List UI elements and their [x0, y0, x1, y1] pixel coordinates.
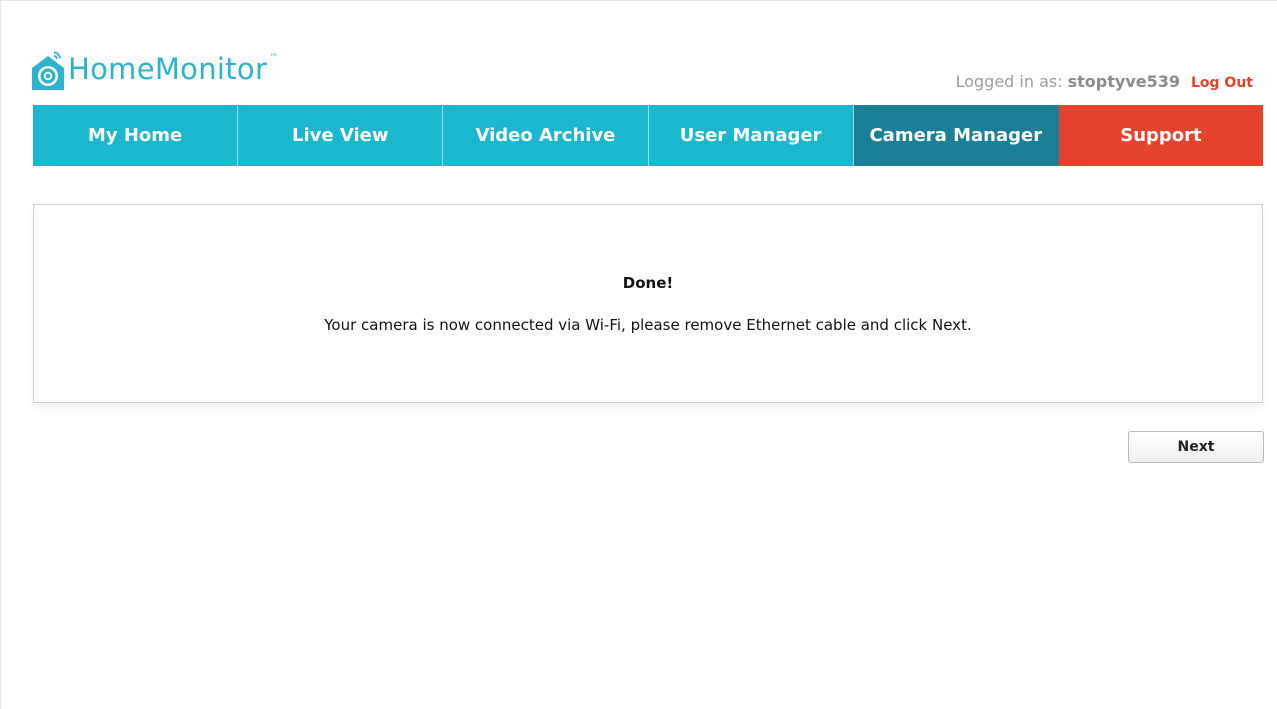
nav-tab-live-view[interactable]: Live View	[238, 105, 444, 166]
page-frame: HomeMonitor ™ Logged in as: stoptyve539 …	[0, 0, 1277, 709]
status-panel: Done! Your camera is now connected via W…	[33, 204, 1263, 403]
main-nav: My Home Live View Video Archive User Man…	[33, 105, 1264, 166]
nav-tab-video-archive[interactable]: Video Archive	[443, 105, 649, 166]
nav-tab-support[interactable]: Support	[1058, 105, 1264, 166]
nav-tab-camera-manager[interactable]: Camera Manager	[853, 105, 1059, 166]
logout-link[interactable]: Log Out	[1191, 75, 1253, 91]
next-button[interactable]: Next	[1128, 431, 1264, 463]
status-message: Your camera is now connected via Wi-Fi, …	[324, 316, 972, 334]
account-info: Logged in as: stoptyve539 Log Out	[956, 72, 1253, 91]
status-title: Done!	[622, 274, 674, 292]
brand-name: HomeMonitor	[68, 52, 268, 86]
nav-tab-my-home[interactable]: My Home	[33, 105, 239, 166]
nav-tab-user-manager[interactable]: User Manager	[648, 105, 854, 166]
homemonitor-logo[interactable]: HomeMonitor ™	[29, 41, 278, 91]
trademark-mark: ™	[269, 53, 279, 63]
username: stoptyve539	[1067, 72, 1180, 91]
logged-in-label: Logged in as:	[955, 72, 1063, 91]
house-camera-wifi-icon	[29, 49, 67, 91]
